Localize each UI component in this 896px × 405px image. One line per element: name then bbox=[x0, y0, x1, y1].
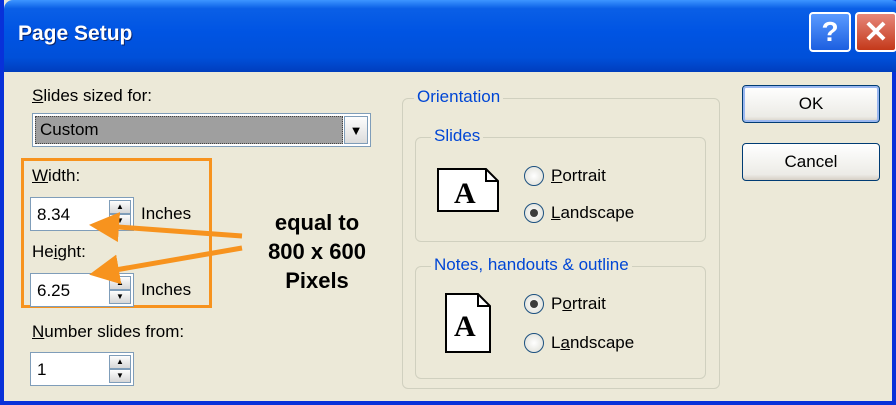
svg-text:A: A bbox=[454, 177, 476, 210]
annotation-arrow-height bbox=[89, 245, 243, 285]
slides-landscape-radio[interactable]: Landscape bbox=[524, 203, 634, 223]
cancel-button[interactable]: Cancel bbox=[742, 143, 880, 181]
portrait-page-icon: A bbox=[445, 293, 491, 353]
slides-portrait-radio-circle[interactable] bbox=[524, 166, 544, 186]
slides-portrait-radio[interactable]: Portrait bbox=[524, 166, 606, 186]
notes-orientation-title: Notes, handouts & outline bbox=[431, 255, 632, 275]
landscape-page-icon: A bbox=[437, 168, 499, 212]
slides-orientation-title: Slides bbox=[431, 126, 484, 146]
orientation-title: Orientation bbox=[414, 87, 504, 107]
svg-text:A: A bbox=[454, 310, 476, 343]
notes-landscape-label: Landscape bbox=[551, 333, 635, 352]
annotation-arrow-width bbox=[89, 212, 243, 243]
ok-button[interactable]: OK bbox=[742, 85, 880, 123]
notes-landscape-radio-circle[interactable] bbox=[524, 333, 544, 353]
notes-portrait-radio[interactable]: Portrait bbox=[524, 294, 606, 314]
page-setup-dialog: Page Setup ? ✕ Slides sized for: Custom … bbox=[0, 0, 896, 405]
notes-landscape-radio[interactable]: Landscape bbox=[524, 333, 634, 353]
slides-landscape-radio-circle[interactable] bbox=[524, 203, 544, 223]
notes-portrait-label: Portrait bbox=[551, 294, 606, 313]
slides-landscape-label: Landscape bbox=[551, 203, 635, 222]
slides-portrait-label: Portrait bbox=[551, 166, 606, 185]
notes-portrait-radio-circle[interactable] bbox=[524, 294, 544, 314]
